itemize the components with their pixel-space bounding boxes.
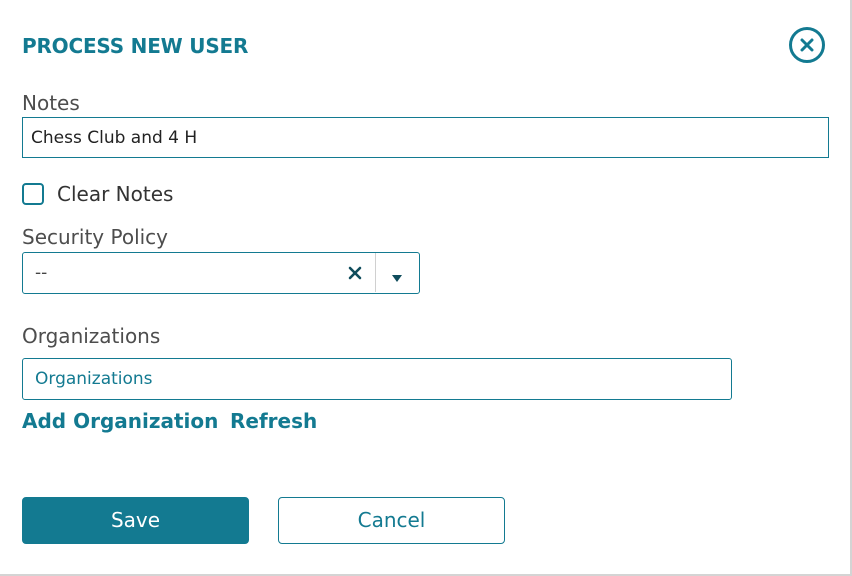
- caret-down-icon: [392, 275, 402, 282]
- save-button[interactable]: Save: [22, 497, 249, 544]
- close-button[interactable]: [789, 27, 825, 63]
- security-policy-select[interactable]: --: [22, 252, 420, 294]
- cancel-button[interactable]: Cancel: [278, 497, 505, 544]
- select-divider: [375, 253, 376, 292]
- clear-selection-button[interactable]: [347, 265, 363, 281]
- dialog-title: PROCESS NEW USER: [22, 34, 249, 58]
- x-icon: [348, 266, 362, 280]
- security-policy-value: --: [35, 263, 48, 283]
- clear-notes-label[interactable]: Clear Notes: [57, 182, 173, 206]
- clear-notes-checkbox[interactable]: [22, 183, 44, 205]
- refresh-link[interactable]: Refresh: [230, 409, 317, 433]
- close-icon: [800, 38, 814, 52]
- dropdown-toggle[interactable]: [391, 268, 403, 287]
- organizations-label: Organizations: [22, 324, 161, 348]
- process-new-user-dialog: PROCESS NEW USER Notes Clear Notes Secur…: [0, 0, 852, 576]
- organizations-input[interactable]: [22, 358, 732, 400]
- notes-input[interactable]: [22, 117, 829, 158]
- security-policy-label: Security Policy: [22, 225, 169, 249]
- notes-label: Notes: [22, 91, 80, 115]
- add-organization-link[interactable]: Add Organization: [22, 409, 218, 433]
